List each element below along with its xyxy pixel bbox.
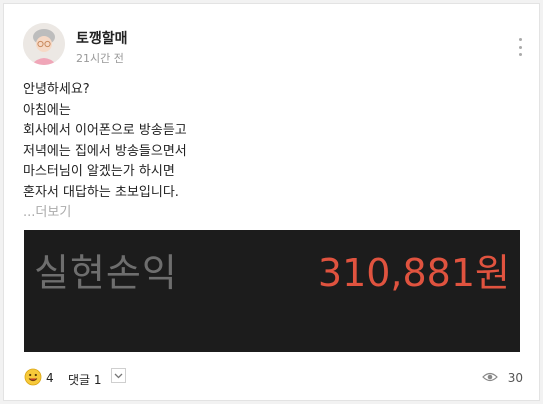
post-image[interactable]: 실현손익 310,881원 xyxy=(24,230,520,352)
view-count: 30 xyxy=(507,371,523,385)
more-vertical-icon[interactable] xyxy=(517,38,523,56)
post-line: 아침에는 xyxy=(23,102,71,118)
post-line: 마스터님이 알겠는가 하시면 xyxy=(23,164,175,179)
post-time: 21시간 전 xyxy=(76,52,124,65)
image-value: 310,881원 xyxy=(317,251,510,295)
post-line: 안녕하세요? xyxy=(23,82,90,97)
chevron-down-icon[interactable] xyxy=(111,368,126,383)
post-line: 혼자서 대답하는 초보입니다. xyxy=(23,184,179,200)
post-card: 토깽할매 21시간 전 안녕하세요? 아침에는 회사에서 이어폰으로 방송듣고 … xyxy=(3,3,540,401)
post-line: 저녁에는 집에서 방송들으면서 xyxy=(23,143,187,159)
post-body: 안녕하세요? 아침에는 회사에서 이어폰으로 방송듣고 저녁에는 집에서 방송들… xyxy=(23,80,187,224)
comment-button[interactable]: 댓글 1 xyxy=(68,371,102,388)
eye-icon xyxy=(482,372,498,382)
image-label: 실현손익 xyxy=(34,251,178,295)
reaction-count: 4 xyxy=(46,371,54,385)
read-more-link[interactable]: ...더보기 xyxy=(23,203,187,224)
author-name[interactable]: 토깽할매 xyxy=(76,28,128,48)
post-footer: 4 댓글 1 30 xyxy=(24,366,523,390)
post-line: 회사에서 이어폰으로 방송듣고 xyxy=(23,123,187,138)
smile-emoji-icon[interactable] xyxy=(24,368,42,386)
avatar[interactable] xyxy=(23,23,65,65)
